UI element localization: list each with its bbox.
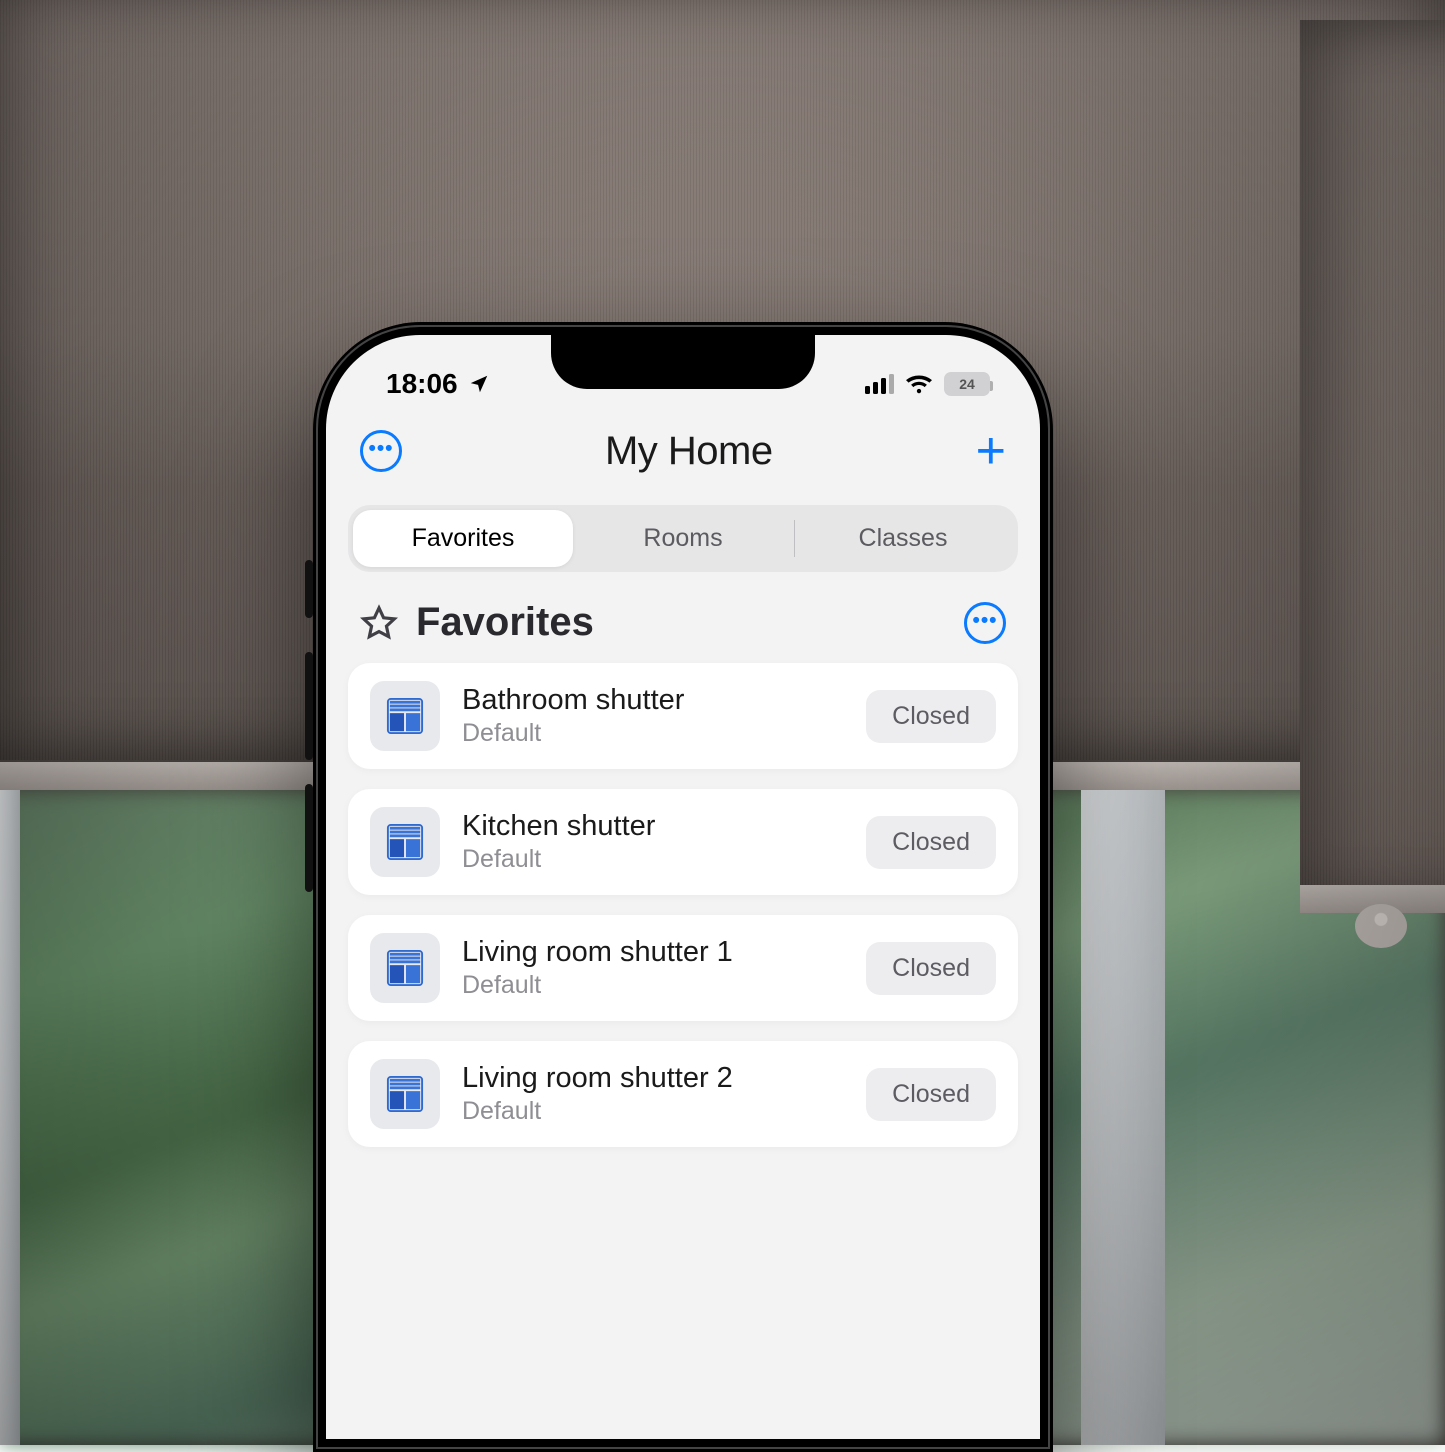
wifi-icon [906, 373, 932, 395]
phone-notch [551, 335, 815, 389]
device-room: Default [462, 719, 844, 748]
device-room: Default [462, 1097, 844, 1126]
device-card[interactable]: Bathroom shutter Default Closed [348, 663, 1018, 769]
section-title: Favorites [416, 600, 594, 645]
window-frame [1081, 770, 1165, 1445]
device-state-button[interactable]: Closed [866, 942, 996, 995]
device-state-button[interactable]: Closed [866, 1068, 996, 1121]
battery-level: 24 [959, 376, 975, 392]
add-button[interactable]: + [976, 425, 1006, 477]
device-card[interactable]: Living room shutter 1 Default Closed [348, 915, 1018, 1021]
device-label: Living room shutter 1 Default [462, 936, 844, 1000]
device-name: Living room shutter 1 [462, 936, 844, 969]
device-name: Living room shutter 2 [462, 1062, 844, 1095]
phone-screen: 18:06 24 ••• My Home + [326, 335, 1040, 1439]
page-title: My Home [605, 429, 773, 474]
window-frame [0, 770, 20, 1445]
star-icon [360, 604, 398, 642]
device-room: Default [462, 845, 844, 874]
home-menu-button[interactable]: ••• [360, 430, 402, 472]
shutter-icon [370, 933, 440, 1003]
battery-icon: 24 [944, 372, 990, 396]
device-label: Kitchen shutter Default [462, 810, 844, 874]
shutter-icon [370, 681, 440, 751]
device-name: Bathroom shutter [462, 684, 844, 717]
tab-classes[interactable]: Classes [793, 510, 1013, 567]
device-name: Kitchen shutter [462, 810, 844, 843]
view-tabs: Favorites Rooms Classes [348, 505, 1018, 572]
roller-blind [1300, 20, 1445, 910]
status-time: 18:06 [386, 368, 458, 400]
device-state-button[interactable]: Closed [866, 690, 996, 743]
phone-side-button [305, 784, 313, 892]
section-menu-button[interactable]: ••• [964, 602, 1006, 644]
device-room: Default [462, 971, 844, 1000]
shutter-icon [370, 807, 440, 877]
roller-blind-bead [1355, 904, 1407, 948]
phone-frame: 18:06 24 ••• My Home + [313, 322, 1053, 1452]
device-card[interactable]: Kitchen shutter Default Closed [348, 789, 1018, 895]
device-state-button[interactable]: Closed [866, 816, 996, 869]
cellular-signal-icon [865, 374, 894, 394]
device-list: Bathroom shutter Default Closed [326, 663, 1040, 1147]
location-arrow-icon [468, 373, 490, 395]
phone-side-button [305, 560, 313, 618]
device-label: Bathroom shutter Default [462, 684, 844, 748]
section-header: Favorites ••• [326, 600, 1040, 663]
shutter-icon [370, 1059, 440, 1129]
device-label: Living room shutter 2 Default [462, 1062, 844, 1126]
phone-side-button [305, 652, 313, 760]
device-card[interactable]: Living room shutter 2 Default Closed [348, 1041, 1018, 1147]
tab-favorites[interactable]: Favorites [353, 510, 573, 567]
app-header: ••• My Home + [326, 413, 1040, 505]
tab-rooms[interactable]: Rooms [573, 510, 793, 567]
